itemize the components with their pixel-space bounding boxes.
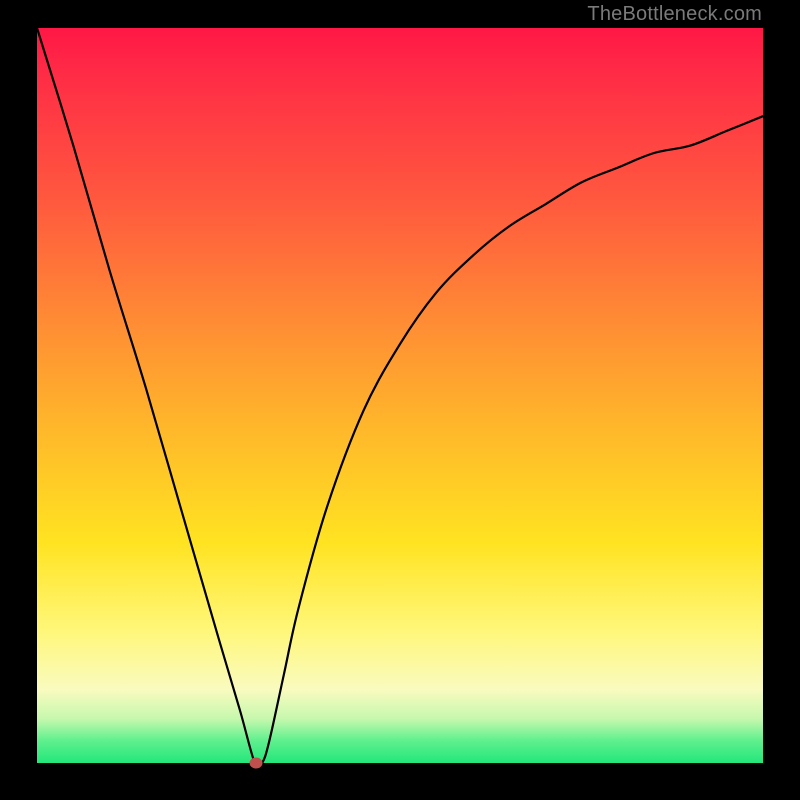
bottleneck-curve bbox=[37, 28, 763, 763]
watermark-text: TheBottleneck.com bbox=[587, 3, 762, 26]
plot-area bbox=[37, 28, 763, 763]
curve-path bbox=[37, 28, 763, 768]
chart-frame: TheBottleneck.com bbox=[0, 0, 800, 800]
minimum-marker bbox=[250, 758, 263, 769]
